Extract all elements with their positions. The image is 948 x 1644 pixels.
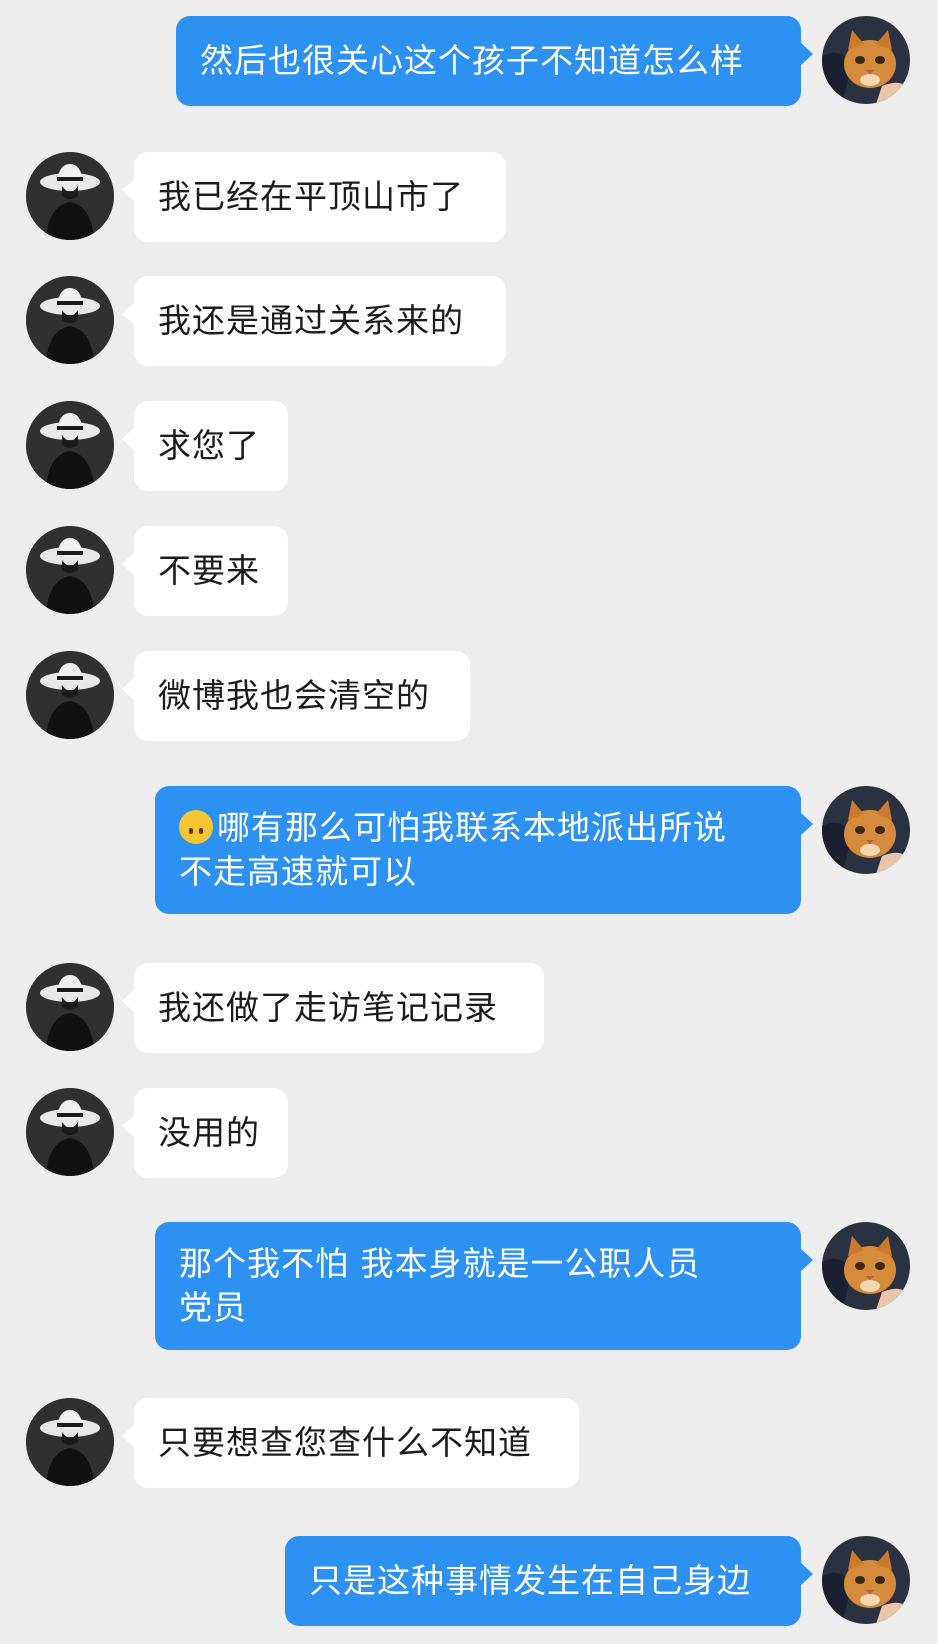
contact-avatar[interactable]	[26, 276, 114, 364]
self-avatar[interactable]	[822, 786, 910, 874]
message-bubble-incoming[interactable]: 我还是通过关系来的	[122, 276, 506, 366]
message-text-line-1: 哪有那么可怕我联系本地派出所说	[217, 808, 727, 847]
contact-avatar[interactable]	[26, 963, 114, 1051]
message-text-line-2: 不走高速就可以	[179, 852, 417, 891]
message-text: 不要来	[158, 551, 260, 590]
message-bubble-incoming[interactable]: 只要想查您查什么不知道	[122, 1398, 579, 1488]
message-bubble-outgoing[interactable]: 然后也很关心这个孩子不知道怎么样	[176, 16, 813, 106]
contact-avatar[interactable]	[26, 651, 114, 739]
message-text-line-1: 那个我不怕 我本身就是一公职人员	[179, 1244, 701, 1283]
self-avatar[interactable]	[822, 1536, 910, 1624]
upside-down-face-emoji-icon	[179, 810, 213, 844]
message-bubble-incoming[interactable]: 不要来	[122, 526, 288, 616]
message-bubble-outgoing[interactable]: 哪有那么可怕我联系本地派出所说 不走高速就可以	[155, 786, 813, 914]
contact-avatar[interactable]	[26, 401, 114, 489]
contact-avatar[interactable]	[26, 526, 114, 614]
message-bubble-outgoing[interactable]: 那个我不怕 我本身就是一公职人员 党员	[155, 1222, 813, 1350]
message-bubble-incoming[interactable]: 没用的	[122, 1088, 288, 1178]
message-text: 我还是通过关系来的	[158, 301, 464, 340]
message-text: 微博我也会清空的	[158, 676, 430, 715]
contact-avatar[interactable]	[26, 1088, 114, 1176]
message-text: 我已经在平顶山市了	[158, 177, 464, 216]
contact-avatar[interactable]	[26, 1398, 114, 1486]
message-bubble-incoming[interactable]: 微博我也会清空的	[122, 651, 470, 741]
message-text: 只要想查您查什么不知道	[158, 1423, 532, 1462]
message-text: 求您了	[158, 426, 260, 465]
message-text-line-2: 党员	[179, 1288, 247, 1327]
message-bubble-incoming[interactable]: 求您了	[122, 401, 288, 491]
message-bubble-incoming[interactable]: 我已经在平顶山市了	[122, 152, 506, 242]
message-bubble-incoming[interactable]: 我还做了走访笔记记录	[122, 963, 544, 1053]
right-edge-strip	[938, 0, 948, 1644]
message-text: 我还做了走访笔记记录	[158, 988, 498, 1027]
self-avatar[interactable]	[822, 1222, 910, 1310]
message-bubble-outgoing[interactable]: 只是这种事情发生在自己身边	[285, 1536, 813, 1626]
contact-avatar[interactable]	[26, 152, 114, 240]
message-text: 然后也很关心这个孩子不知道怎么样	[200, 41, 744, 80]
message-text: 只是这种事情发生在自己身边	[309, 1561, 751, 1600]
self-avatar[interactable]	[822, 16, 910, 104]
message-text: 没用的	[158, 1113, 260, 1152]
